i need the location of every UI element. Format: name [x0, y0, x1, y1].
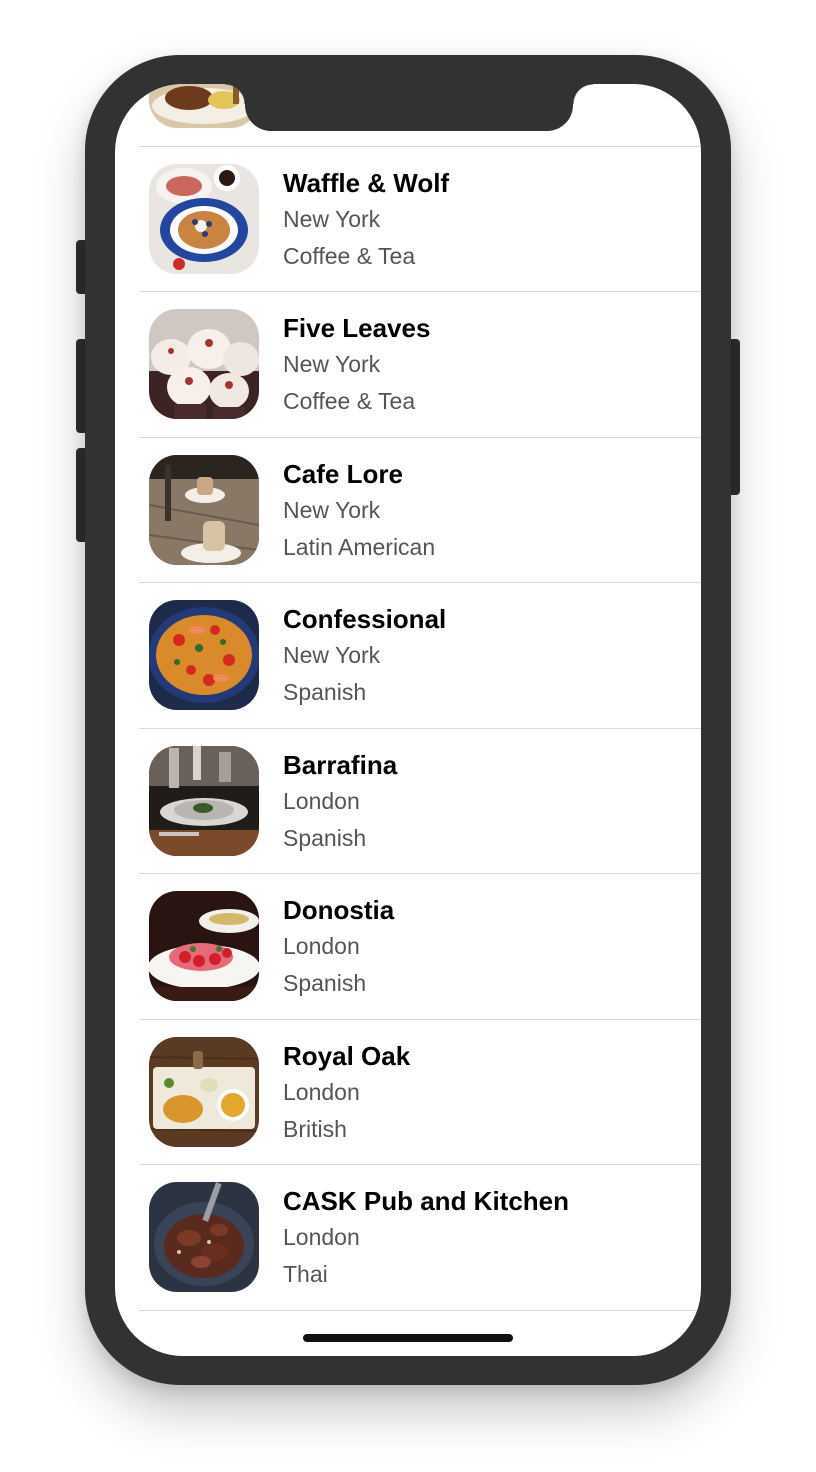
restaurant-cuisine: Coffee & Tea: [283, 242, 416, 269]
restaurant-thumbnail: [149, 1036, 259, 1147]
restaurant-thumbnail: [149, 745, 259, 856]
restaurant-row[interactable]: CASK Pub and Kitchen London Thai: [139, 1165, 701, 1311]
restaurant-cuisine: Thai: [283, 1261, 328, 1287]
restaurant-city: London: [283, 787, 360, 814]
restaurant-city: New York: [283, 205, 381, 232]
restaurant-city: London: [283, 1078, 360, 1105]
restaurant-name: CASK Pub and Kitchen: [283, 1186, 570, 1216]
restaurant-list[interactable]: Waffle & Wolf New York Coffee & Tea Five…: [115, 84, 701, 1311]
restaurant-cuisine: Spanish: [283, 824, 367, 851]
restaurant-city: New York: [283, 642, 381, 668]
restaurant-city: New York: [283, 351, 381, 377]
restaurant-row[interactable]: Waffle & Wolf New York Coffee & Tea: [139, 147, 701, 292]
restaurant-name: Barrafina: [283, 749, 398, 780]
restaurant-row[interactable]: Cafe Lore New York Latin American: [139, 438, 701, 583]
home-indicator[interactable]: [303, 1334, 513, 1342]
restaurant-thumbnail: [149, 1182, 259, 1292]
restaurant-cuisine: Latin American: [283, 533, 436, 560]
restaurant-cuisine: Spanish: [283, 970, 367, 996]
restaurant-cuisine: Spanish: [283, 679, 367, 705]
restaurant-name: Cafe Lore: [283, 458, 403, 489]
restaurant-thumbnail: [149, 454, 259, 565]
restaurant-name: Royal Oak: [283, 1040, 411, 1071]
restaurant-city: London: [283, 1224, 360, 1250]
restaurant-row[interactable]: Five Leaves New York Coffee & Tea: [139, 292, 701, 438]
restaurant-cuisine: British: [283, 1115, 347, 1142]
restaurant-name: Confessional: [283, 604, 447, 634]
screen: Waffle & Wolf New York Coffee & Tea Five…: [115, 84, 701, 1356]
restaurant-name: Donostia: [283, 895, 395, 925]
restaurant-row[interactable]: Royal Oak London British: [139, 1020, 701, 1165]
restaurant-cuisine: Coffee & Tea: [283, 388, 416, 414]
restaurant-row[interactable]: Confessional New York Spanish: [139, 583, 701, 729]
restaurant-row[interactable]: Barrafina London Spanish: [139, 729, 701, 874]
restaurant-row[interactable]: Donostia London Spanish: [139, 874, 701, 1020]
restaurant-city: New York: [283, 496, 381, 523]
notch: [225, 84, 593, 131]
restaurant-thumbnail: [149, 309, 259, 419]
restaurant-name: Waffle & Wolf: [283, 167, 450, 198]
restaurant-thumbnail: [149, 891, 259, 1001]
restaurant-thumbnail: [149, 163, 259, 274]
restaurant-city: London: [283, 933, 360, 959]
restaurant-thumbnail: [149, 600, 259, 710]
restaurant-name: Five Leaves: [283, 313, 431, 343]
